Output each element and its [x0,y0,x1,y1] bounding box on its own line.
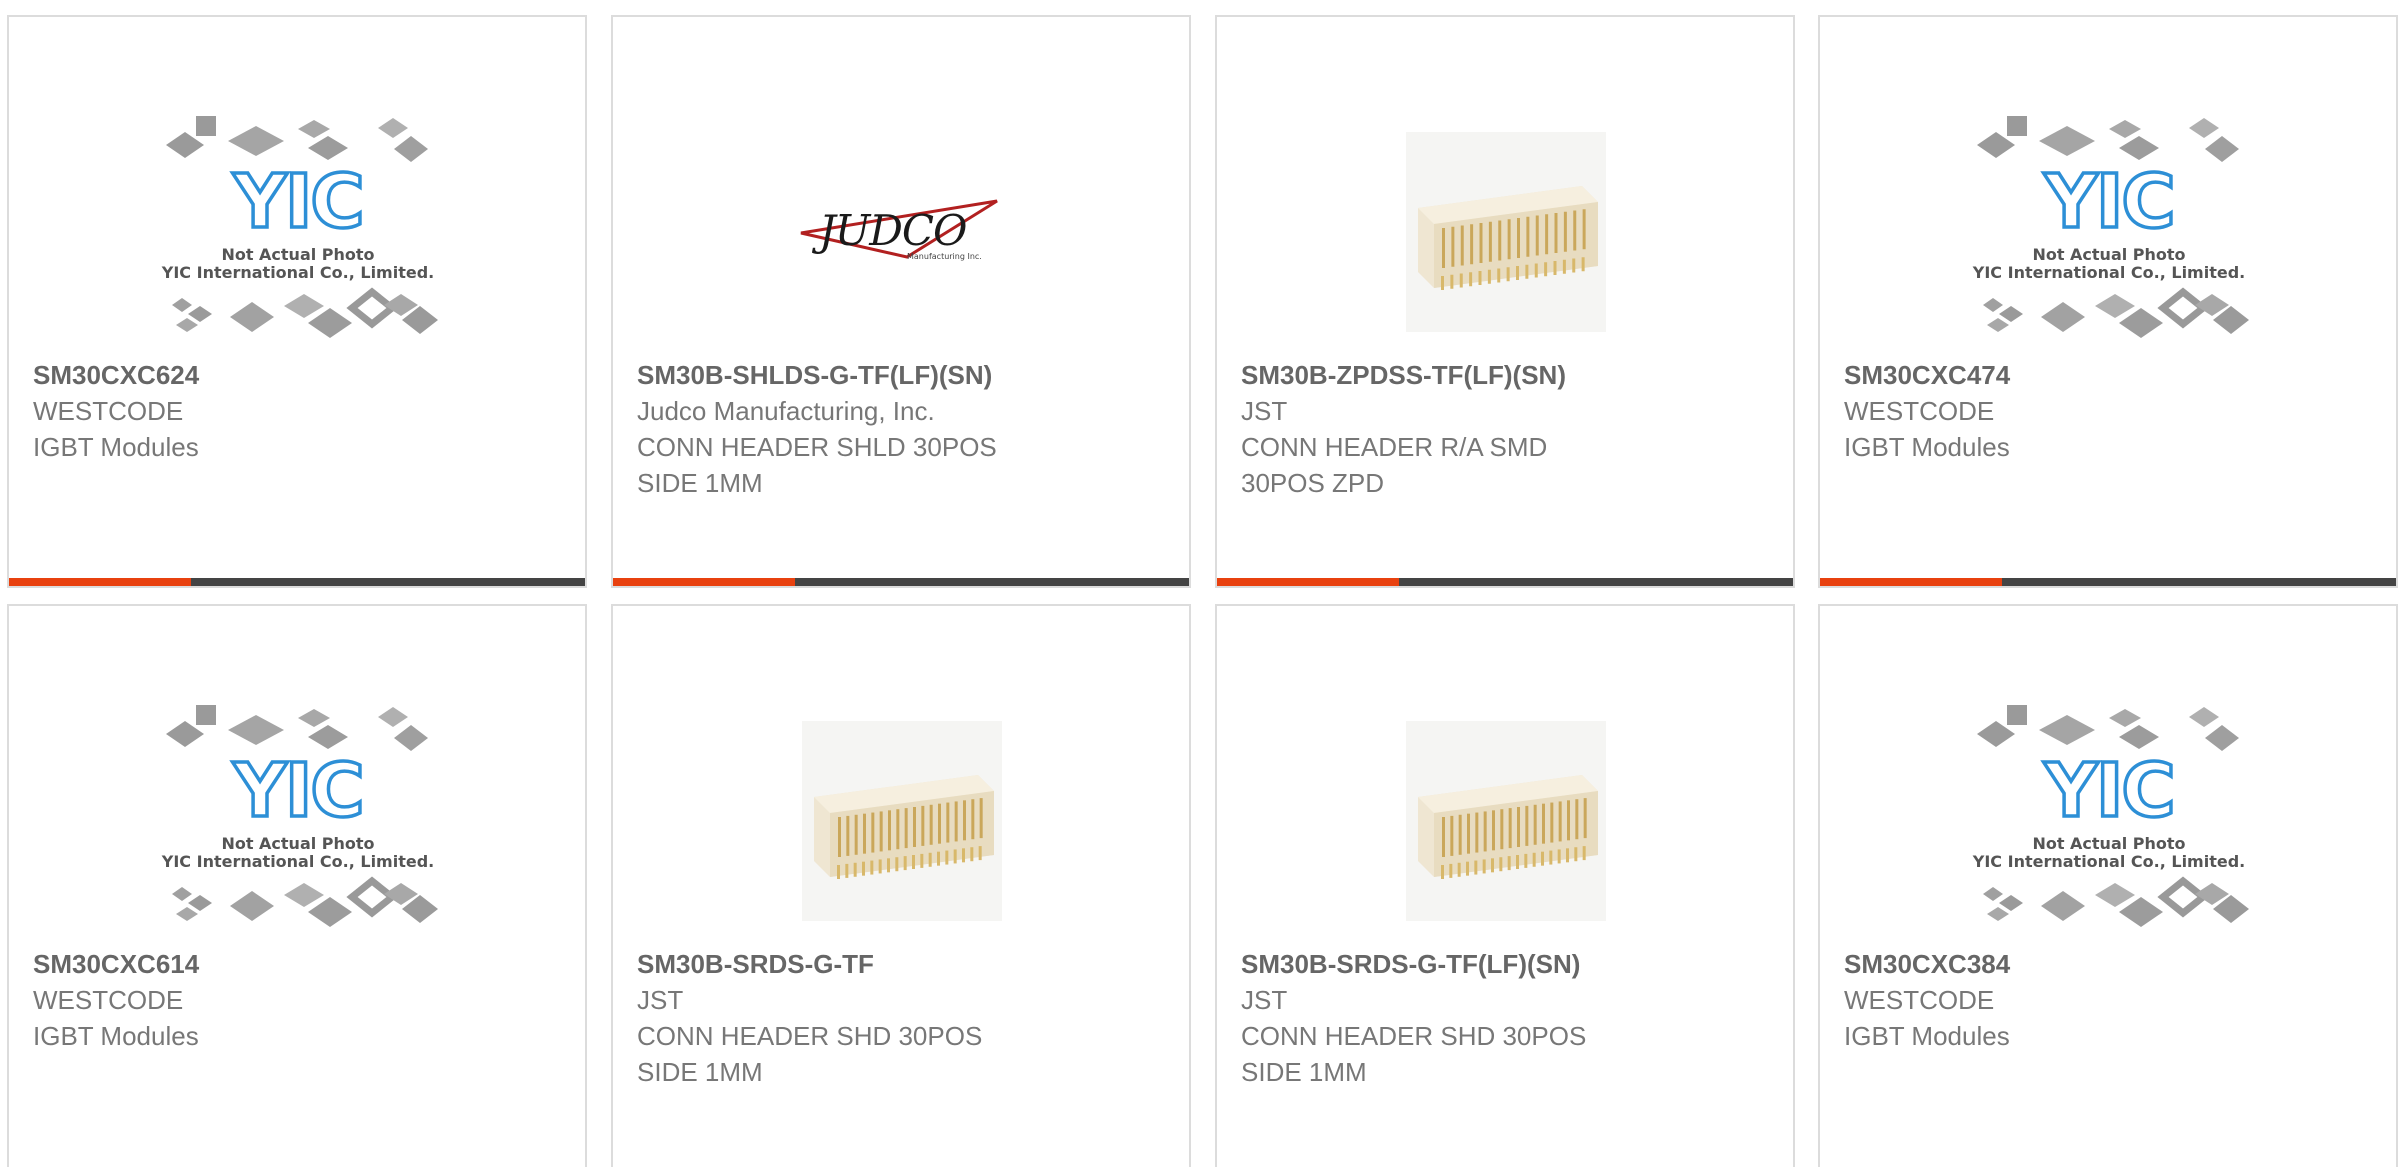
product-card[interactable]: SM30B-SRDS-G-TF JST CONN HEADER SHD 30PO… [611,604,1191,1167]
product-card[interactable]: YIC Not Actual Photo YIC International Co.… [7,604,587,1167]
product-image[interactable]: YIC Not Actual Photo YIC International Co.… [33,97,563,367]
connector-photo-icon [802,721,1002,921]
part-number-link[interactable]: SM30B-ZPDSS-TF(LF)(SN) [1241,357,1771,393]
manufacturer: JST [1241,396,1288,426]
svg-text:Manufacturing Inc.: Manufacturing Inc. [907,252,982,261]
svg-text:YIC: YIC [2043,748,2173,834]
description: CONN HEADER R/A SMD 30POS ZPD [1241,432,1548,498]
product-image[interactable]: YIC Not Actual Photo YIC International Co.… [33,686,563,956]
description: IGBT Modules [33,432,199,462]
product-card[interactable]: YIC Not Actual Photo YIC International Co.… [1818,604,2398,1167]
manufacturer: JST [1241,985,1288,1015]
manufacturer: WESTCODE [33,985,184,1015]
description: IGBT Modules [1844,432,2010,462]
svg-text:YIC: YIC [232,748,362,834]
part-number-link[interactable]: SM30CXC384 [1844,946,2374,982]
product-image[interactable]: JUDCO Manufacturing Inc. [637,97,1167,367]
product-image[interactable]: YIC Not Actual Photo YIC International Co.… [1844,686,2374,956]
product-image[interactable] [1241,97,1771,367]
product-card[interactable]: JUDCO Manufacturing Inc. SM30B-SHLDS-G-T… [611,15,1191,588]
svg-text:YIC International Co., Limited: YIC International Co., Limited. [161,852,434,871]
yic-placeholder-icon: YICNot Actual PhotoYIC International Co.… [1972,705,2249,927]
description: CONN HEADER SHD 30POS SIDE 1MM [637,1021,983,1087]
svg-text:Not Actual Photo: Not Actual Photo [221,834,374,853]
yic-placeholder-icon: YICNot Actual PhotoYIC International Co.… [1972,116,2249,338]
description: CONN HEADER SHD 30POS SIDE 1MM [1241,1021,1587,1087]
svg-text:Not Actual Photo: Not Actual Photo [2032,245,2185,264]
description: IGBT Modules [1844,1021,2010,1051]
manufacturer: WESTCODE [1844,396,1995,426]
product-card[interactable]: SM30B-ZPDSS-TF(LF)(SN) JST CONN HEADER R… [1215,15,1795,588]
product-card[interactable]: YIC Not Actual Photo YIC International Co.… [7,15,587,588]
product-image[interactable] [637,686,1167,956]
part-number-link[interactable]: SM30CXC624 [33,357,563,393]
svg-text:YIC International Co., Limited: YIC International Co., Limited. [161,263,434,282]
product-grid: YIC Not Actual Photo YIC International Co.… [0,0,2400,1167]
part-number-link[interactable]: SM30B-SHLDS-G-TF(LF)(SN) [637,357,1167,393]
svg-text:YIC: YIC [2043,159,2173,245]
product-card[interactable]: YIC Not Actual Photo YIC International Co.… [1818,15,2398,588]
product-image[interactable] [1241,686,1771,956]
card-accent-bar [613,578,1189,586]
product-image[interactable]: YIC Not Actual Photo YIC International Co.… [1844,97,2374,367]
connector-photo-icon [1406,132,1606,332]
manufacturer: WESTCODE [1844,985,1995,1015]
manufacturer: WESTCODE [33,396,184,426]
description: CONN HEADER SHLD 30POS SIDE 1MM [637,432,997,498]
connector-photo-icon [1406,721,1606,921]
manufacturer: JST [637,985,684,1015]
card-accent-bar [9,578,585,586]
svg-text:Not Actual Photo: Not Actual Photo [221,245,374,264]
svg-text:YIC International Co., Limited: YIC International Co., Limited. [1972,263,2245,282]
part-number-link[interactable]: SM30B-SRDS-G-TF [637,946,1167,982]
svg-text:YIC: YIC [232,159,362,245]
svg-text:JUDCO: JUDCO [811,206,967,255]
svg-text:Not Actual Photo: Not Actual Photo [2032,834,2185,853]
judco-logo-icon: JUDCO Manufacturing Inc. [800,199,998,261]
description: IGBT Modules [33,1021,199,1051]
card-accent-bar [1820,578,2396,586]
part-number-link[interactable]: SM30B-SRDS-G-TF(LF)(SN) [1241,946,1771,982]
manufacturer: Judco Manufacturing, Inc. [637,396,935,426]
svg-text:YIC International Co., Limited: YIC International Co., Limited. [1972,852,2245,871]
part-number-link[interactable]: SM30CXC474 [1844,357,2374,393]
card-accent-bar [1217,578,1793,586]
product-card[interactable]: SM30B-SRDS-G-TF(LF)(SN) JST CONN HEADER … [1215,604,1795,1167]
yic-placeholder-icon: YICNot Actual PhotoYIC International Co.… [161,116,438,338]
yic-placeholder-icon: YICNot Actual PhotoYIC International Co.… [161,705,438,927]
part-number-link[interactable]: SM30CXC614 [33,946,563,982]
